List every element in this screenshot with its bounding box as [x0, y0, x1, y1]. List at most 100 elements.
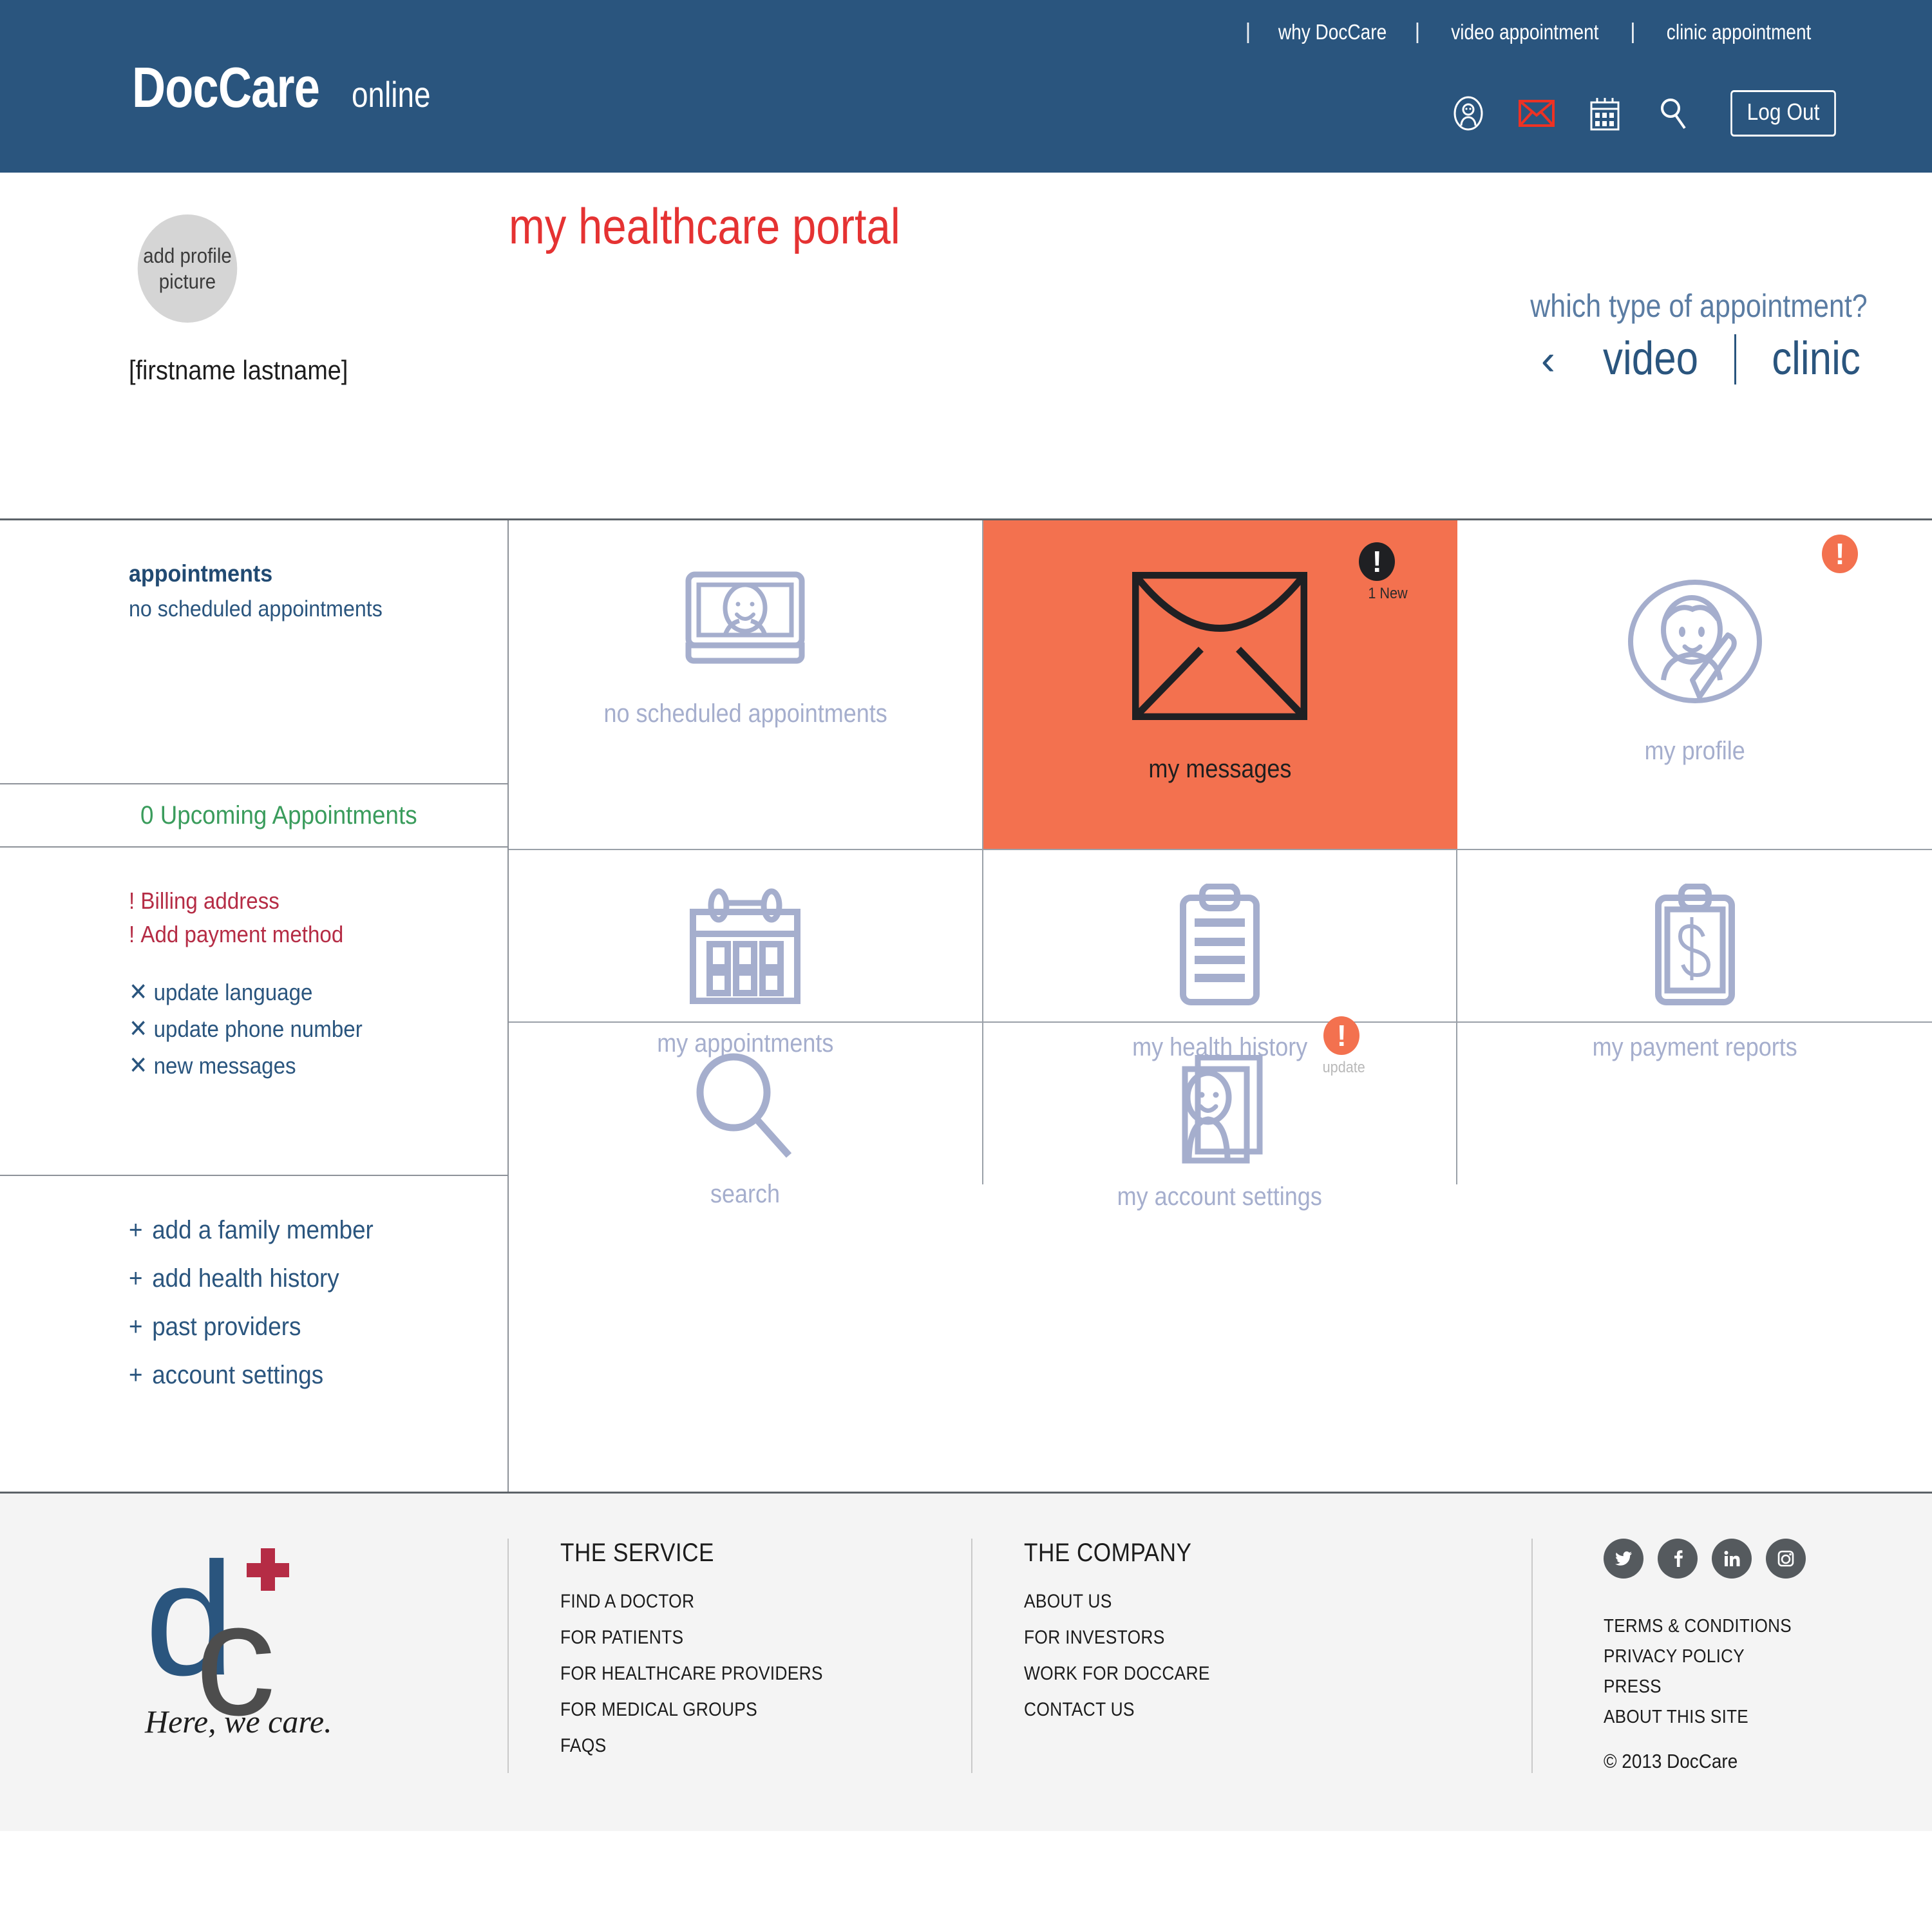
- legal-link-about-this-site[interactable]: ABOUT THIS SITE: [1604, 1707, 1899, 1728]
- footer-link-for-investors[interactable]: FOR INVESTORS: [1024, 1627, 1470, 1649]
- linkedin-icon[interactable]: [1712, 1539, 1752, 1579]
- footer-link-for-patients[interactable]: FOR PATIENTS: [560, 1627, 922, 1649]
- footer-link-for-healthcare-providers[interactable]: FOR HEALTHCARE PROVIDERS: [560, 1663, 922, 1685]
- tile-label: my account settings: [1117, 1182, 1323, 1211]
- tile-my-messages[interactable]: ! 1 New my messages: [983, 520, 1458, 849]
- footer-link-find-a-doctor[interactable]: FIND A DOCTOR: [560, 1591, 922, 1613]
- legal-link-privacy[interactable]: PRIVACY POLICY: [1604, 1646, 1899, 1667]
- link-add-health-history[interactable]: + add health history: [129, 1264, 477, 1293]
- add-profile-picture-button[interactable]: add profile picture: [137, 214, 238, 323]
- upcoming-label: Upcoming Appointments: [160, 801, 417, 830]
- status-badge: !: [1822, 535, 1858, 573]
- tile-my-profile[interactable]: ! my profile: [1457, 520, 1932, 849]
- twitter-icon[interactable]: [1604, 1539, 1643, 1579]
- alert-add-payment-method[interactable]: ! Add payment method: [129, 921, 477, 948]
- appointment-type-switch: ‹ video clinic: [1541, 333, 1868, 384]
- alert-billing-address[interactable]: ! Billing address: [129, 887, 477, 915]
- footer-link-work-for-doccare[interactable]: WORK FOR DOCCARE: [1024, 1663, 1470, 1685]
- user-name: [firstname lastname]: [129, 355, 348, 385]
- task-label: new messages: [153, 1052, 296, 1079]
- close-icon: ✕: [129, 1016, 148, 1043]
- video-call-icon: [685, 571, 806, 666]
- tile-label: my messages: [1148, 755, 1292, 783]
- footer-link-for-medical-groups[interactable]: FOR MEDICAL GROUPS: [560, 1699, 922, 1721]
- sidebar-appointments-title: appointments: [129, 560, 273, 587]
- logo-text-sub: online: [351, 74, 431, 115]
- footer-link-faqs[interactable]: FAQS: [560, 1735, 922, 1757]
- profile-bar: add profile picture [firstname lastname]…: [0, 173, 1932, 520]
- tile-no-scheduled-appointments[interactable]: no scheduled appointments: [509, 520, 983, 849]
- task-label: update phone number: [153, 1015, 363, 1042]
- doccare-logo: d c: [145, 1539, 325, 1740]
- tile-label: search: [710, 1180, 781, 1208]
- footer-heading-service: THE SERVICE: [560, 1539, 714, 1567]
- task-update-phone-number[interactable]: ✕ update phone number: [129, 1014, 477, 1043]
- search-icon[interactable]: [1655, 95, 1691, 131]
- appointment-type-question: which type of appointment?: [1530, 288, 1868, 324]
- envelope-icon[interactable]: [1518, 95, 1555, 131]
- logo-letter-c: c: [195, 1569, 276, 1749]
- envelope-icon: [1132, 572, 1307, 720]
- sidebar-add-links-panel: + add a family member + add health history…: [0, 1176, 507, 1492]
- logo-text-main: DocCare: [132, 55, 320, 119]
- tile-my-payment-reports[interactable]: my payment reports: [1457, 849, 1932, 1061]
- badge-caption: 1 New: [1368, 585, 1408, 602]
- appointment-option-video[interactable]: video: [1603, 333, 1698, 384]
- facebook-icon[interactable]: [1658, 1539, 1698, 1579]
- task-update-language[interactable]: ✕ update language: [129, 978, 477, 1007]
- plus-icon: +: [129, 1216, 143, 1244]
- link-label: past providers: [152, 1313, 301, 1341]
- appointment-option-clinic[interactable]: clinic: [1772, 333, 1861, 384]
- nav-divider: |: [1630, 19, 1636, 44]
- link-account-settings[interactable]: + account settings: [129, 1361, 477, 1390]
- site-logo[interactable]: DocCare online: [132, 59, 448, 116]
- badge-caption: update: [1322, 1059, 1365, 1076]
- social-links: [1604, 1539, 1932, 1579]
- tile-empty: [1457, 1021, 1932, 1184]
- plus-icon: +: [129, 1361, 143, 1389]
- page-title: my healthcare portal: [509, 198, 900, 254]
- nav-divider: |: [1245, 19, 1251, 44]
- footer-column-service: THE SERVICE FIND A DOCTOR FOR PATIENTS F…: [509, 1539, 972, 1773]
- alert-label: Billing address: [140, 887, 279, 914]
- link-add-family-member[interactable]: + add a family member: [129, 1216, 477, 1245]
- profile-edit-icon: [1625, 577, 1765, 706]
- sidebar-appointments-status: no scheduled appointments: [129, 596, 383, 621]
- tile-my-appointments[interactable]: my appointments: [509, 849, 983, 1058]
- nav-item-why-doccare[interactable]: why DocCare: [1278, 20, 1387, 44]
- footer-link-contact-us[interactable]: CONTACT US: [1024, 1699, 1470, 1721]
- upcoming-appointments-text: 0 Upcoming Appointments: [140, 801, 417, 830]
- sidebar-upcoming-panel: 0 Upcoming Appointments: [0, 784, 507, 848]
- legal-link-terms[interactable]: TERMS & CONDITIONS: [1604, 1616, 1899, 1637]
- footer-brand: d c Here, we care.: [0, 1539, 509, 1773]
- nav-item-video-appointment[interactable]: video appointment: [1452, 20, 1599, 44]
- close-icon: ✕: [129, 979, 148, 1006]
- logout-button[interactable]: Log Out: [1730, 90, 1836, 137]
- tile-label: my profile: [1644, 737, 1745, 765]
- plus-icon: +: [129, 1264, 143, 1293]
- appointment-option-divider: [1734, 334, 1736, 384]
- tile-my-account-settings[interactable]: ! update my account settings: [983, 1016, 1458, 1211]
- alert-icon: !: [129, 921, 135, 947]
- calendar-icon[interactable]: [1587, 95, 1623, 131]
- alert-label: Add payment method: [140, 921, 344, 947]
- link-label: add a family member: [152, 1216, 374, 1244]
- legal-link-press[interactable]: PRESS: [1604, 1676, 1899, 1698]
- sidebar: appointments no scheduled appointments 0…: [0, 520, 509, 1492]
- status-badge: !: [1359, 542, 1396, 581]
- footer-heading-company: THE COMPANY: [1024, 1539, 1192, 1567]
- plus-icon: +: [129, 1313, 143, 1341]
- chevron-left-icon[interactable]: ‹: [1541, 338, 1555, 381]
- tile-search[interactable]: search: [509, 1021, 983, 1208]
- instagram-icon[interactable]: [1766, 1539, 1806, 1579]
- nav-item-clinic-appointment[interactable]: clinic appointment: [1667, 20, 1812, 44]
- tile-my-health-history[interactable]: my health history: [983, 849, 1458, 1061]
- sidebar-alerts-panel: ! Billing address ! Add payment method ✕ up…: [0, 848, 507, 1176]
- link-past-providers[interactable]: + past providers: [129, 1313, 477, 1342]
- task-new-messages[interactable]: ✕ new messages: [129, 1051, 477, 1080]
- footer-link-about-us[interactable]: ABOUT US: [1024, 1591, 1470, 1613]
- clipboard-dollar-icon: [1653, 884, 1737, 1007]
- account-icon[interactable]: [1450, 95, 1486, 131]
- task-label: update language: [153, 978, 313, 1005]
